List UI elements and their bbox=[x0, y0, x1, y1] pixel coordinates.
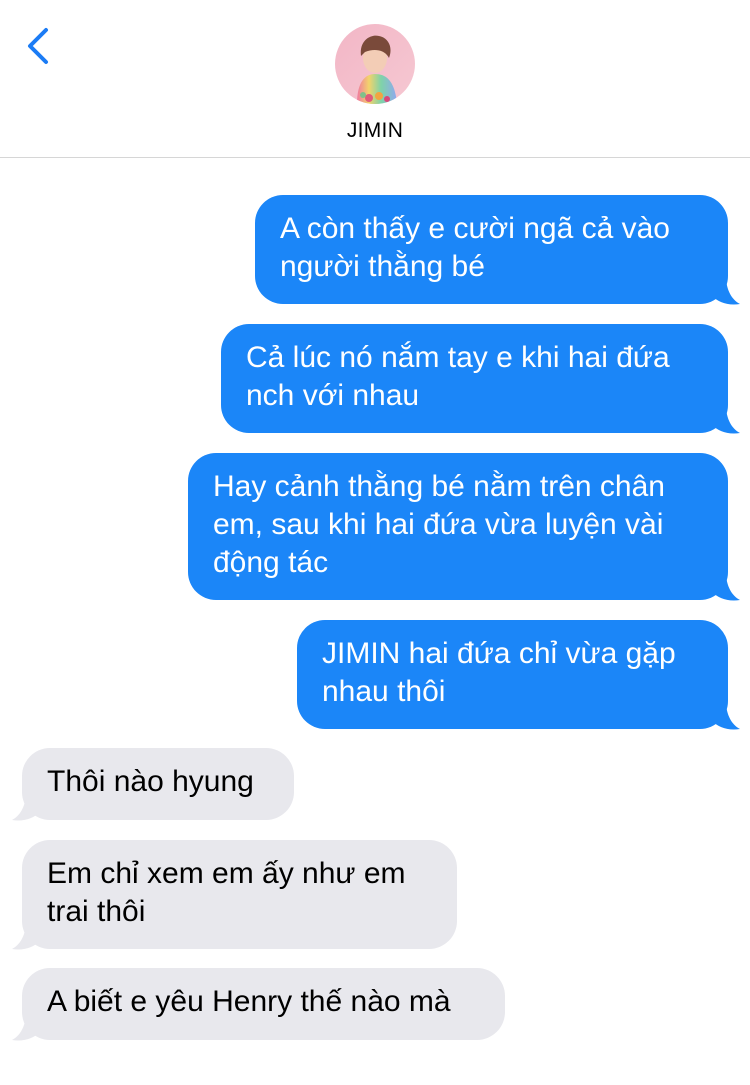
bubble-tail bbox=[12, 1012, 40, 1041]
bubble-tail bbox=[12, 921, 40, 950]
sent-message[interactable]: A còn thấy e cười ngã cả vào người thằng… bbox=[255, 195, 728, 304]
bubble-tail bbox=[12, 792, 40, 821]
bubble-tail bbox=[712, 276, 740, 305]
message-text: Thôi nào hyung bbox=[47, 765, 254, 798]
message-text: Cả lúc nó nắm tay e khi hai đứa nch với … bbox=[246, 341, 670, 412]
received-message[interactable]: Thôi nào hyung bbox=[22, 748, 294, 820]
contact-avatar[interactable] bbox=[335, 24, 415, 104]
sent-message[interactable]: Cả lúc nó nắm tay e khi hai đứa nch với … bbox=[221, 324, 728, 433]
conversation-header: JIMIN bbox=[0, 0, 750, 158]
received-message[interactable]: A biết e yêu Henry thế nào mà bbox=[22, 968, 505, 1040]
message-text: A biết e yêu Henry thế nào mà bbox=[47, 985, 451, 1018]
chevron-left-icon bbox=[28, 28, 48, 64]
contact-name[interactable]: JIMIN bbox=[0, 119, 750, 143]
message-text: A còn thấy e cười ngã cả vào người thằng… bbox=[280, 212, 670, 283]
message-text: Em chỉ xem em ấy như em trai thôi bbox=[47, 857, 406, 928]
received-message[interactable]: Em chỉ xem em ấy như em trai thôi bbox=[22, 840, 457, 949]
sent-message[interactable]: JIMIN hai đứa chỉ vừa gặp nhau thôi bbox=[297, 620, 728, 729]
bubble-tail bbox=[712, 572, 740, 601]
message-text: JIMIN hai đứa chỉ vừa gặp nhau thôi bbox=[322, 637, 676, 708]
avatar-photo bbox=[335, 24, 415, 104]
back-button[interactable] bbox=[18, 22, 62, 70]
bubble-tail bbox=[712, 701, 740, 730]
bubble-tail bbox=[712, 405, 740, 434]
message-text: Hay cảnh thằng bé nằm trên chân em, sau … bbox=[213, 470, 665, 579]
sent-message[interactable]: Hay cảnh thằng bé nằm trên chân em, sau … bbox=[188, 453, 728, 600]
